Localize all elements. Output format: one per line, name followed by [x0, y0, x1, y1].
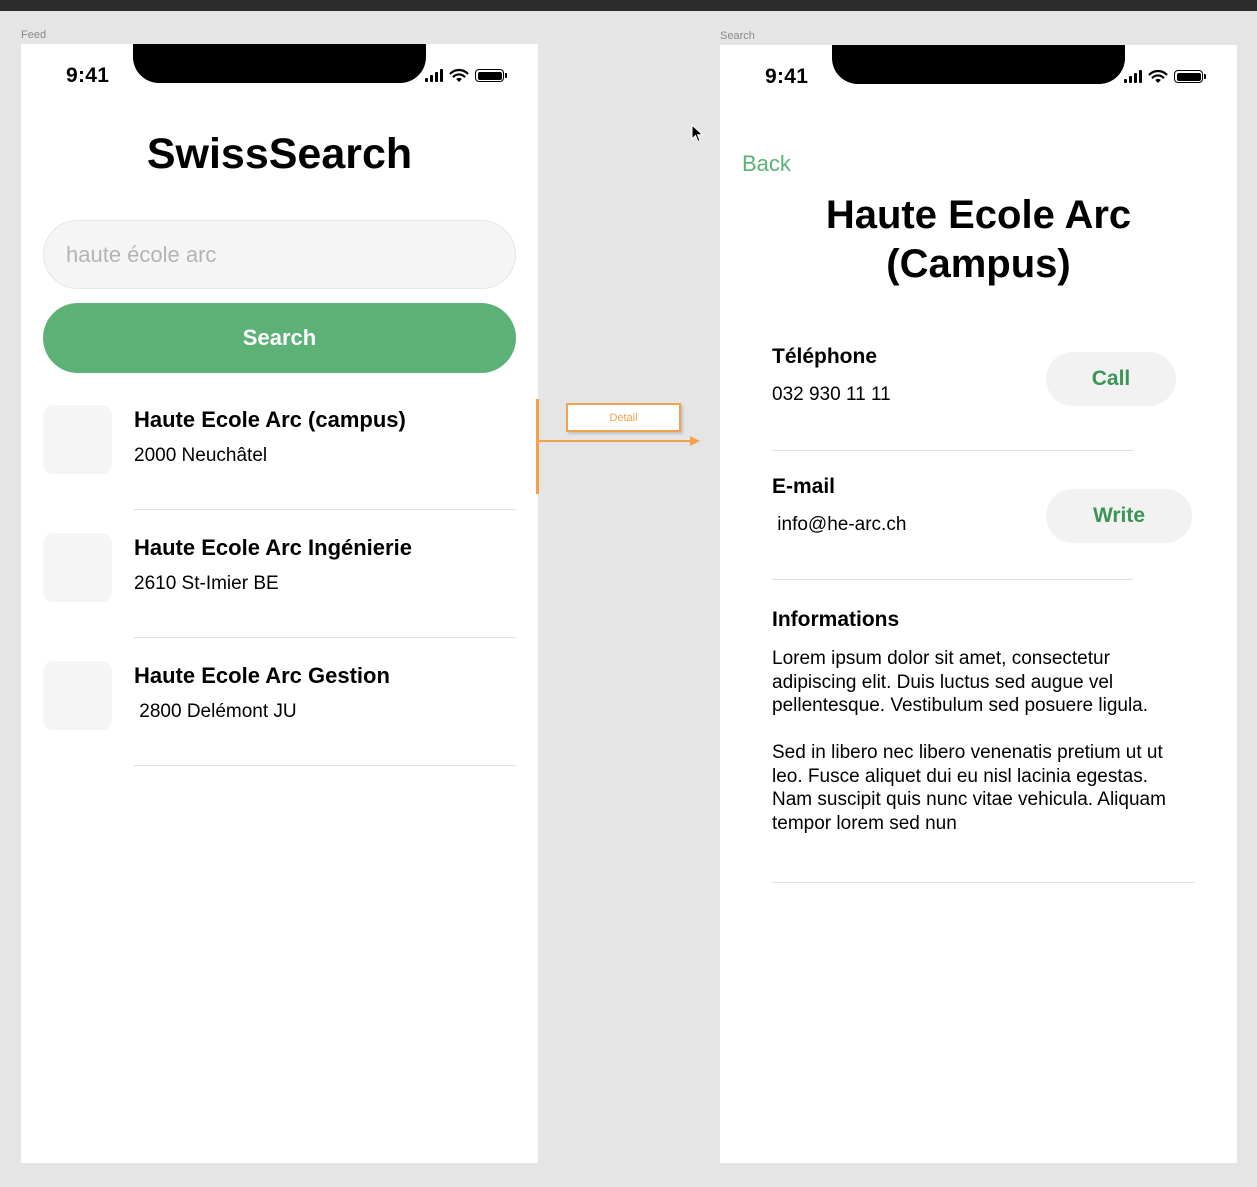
- divider: [134, 765, 516, 766]
- result-thumbnail: [43, 661, 112, 730]
- divider: [134, 509, 516, 510]
- feed-screen: 9:41 SwissSearch Search Haute Ecole Arc …: [21, 44, 538, 1163]
- detail-title: Haute Ecole Arc (Campus): [825, 193, 1132, 286]
- info-paragraph-2: Sed in libero nec libero venenatis preti…: [772, 742, 1166, 834]
- back-link[interactable]: Back: [742, 151, 791, 177]
- result-item-ingenierie[interactable]: Haute Ecole Arc Ingénierie 2610 St-Imier…: [21, 533, 538, 661]
- signal-icon: [1124, 70, 1142, 83]
- editor-top-bar: [0, 0, 1257, 11]
- search-input[interactable]: [43, 220, 516, 289]
- prototype-connection-line: [538, 440, 693, 442]
- prototype-connection-handle[interactable]: [536, 399, 539, 494]
- frame-label-search[interactable]: Search: [720, 30, 755, 42]
- info-paragraph-1: Lorem ipsum dolor sit amet, consectetur …: [772, 648, 1149, 716]
- device-notch: [133, 44, 426, 83]
- divider: [134, 637, 516, 638]
- result-item-campus[interactable]: Haute Ecole Arc (campus) 2000 Neuchâtel: [21, 405, 538, 533]
- frame-label-feed[interactable]: Feed: [21, 29, 46, 41]
- call-button[interactable]: Call: [1046, 352, 1176, 406]
- result-name: Haute Ecole Arc (campus): [134, 407, 406, 432]
- battery-icon: [475, 69, 507, 82]
- app-title: SwissSearch: [146, 130, 413, 178]
- result-name: Haute Ecole Arc Ingénierie: [134, 535, 412, 560]
- wifi-icon: [449, 68, 469, 82]
- status-time: 9:41: [66, 64, 110, 87]
- status-icons: [1124, 69, 1206, 84]
- result-name: Haute Ecole Arc Gestion: [134, 663, 390, 688]
- result-address: 2800 Delémont JU: [134, 701, 297, 722]
- phone-label: Téléphone: [772, 345, 878, 368]
- phone-value: 032 930 11 11: [772, 384, 891, 405]
- prototype-connection-label[interactable]: Detail: [566, 403, 681, 432]
- status-icons: [425, 68, 507, 83]
- status-time: 9:41: [765, 65, 809, 88]
- info-label: Informations: [772, 608, 900, 631]
- result-address: 2000 Neuchâtel: [134, 445, 268, 466]
- email-label: E-mail: [772, 475, 836, 498]
- wifi-icon: [1148, 69, 1168, 83]
- divider: [772, 579, 1133, 580]
- search-button[interactable]: Search: [43, 303, 516, 373]
- result-item-gestion[interactable]: Haute Ecole Arc Gestion 2800 Delémont JU: [21, 661, 538, 789]
- result-address: 2610 St-Imier BE: [134, 573, 279, 594]
- divider: [772, 882, 1195, 883]
- cursor-icon: [691, 124, 704, 143]
- device-notch: [832, 45, 1125, 84]
- email-value: info@he-arc.ch: [772, 514, 907, 535]
- result-thumbnail: [43, 533, 112, 602]
- battery-icon: [1174, 70, 1206, 83]
- result-thumbnail: [43, 405, 112, 474]
- arrow-head-icon: [690, 436, 700, 446]
- divider: [772, 450, 1133, 451]
- write-button[interactable]: Write: [1046, 489, 1192, 543]
- detail-screen: 9:41 Back Haute Ecole Arc (Campus) Télép…: [720, 45, 1237, 1163]
- signal-icon: [425, 69, 443, 82]
